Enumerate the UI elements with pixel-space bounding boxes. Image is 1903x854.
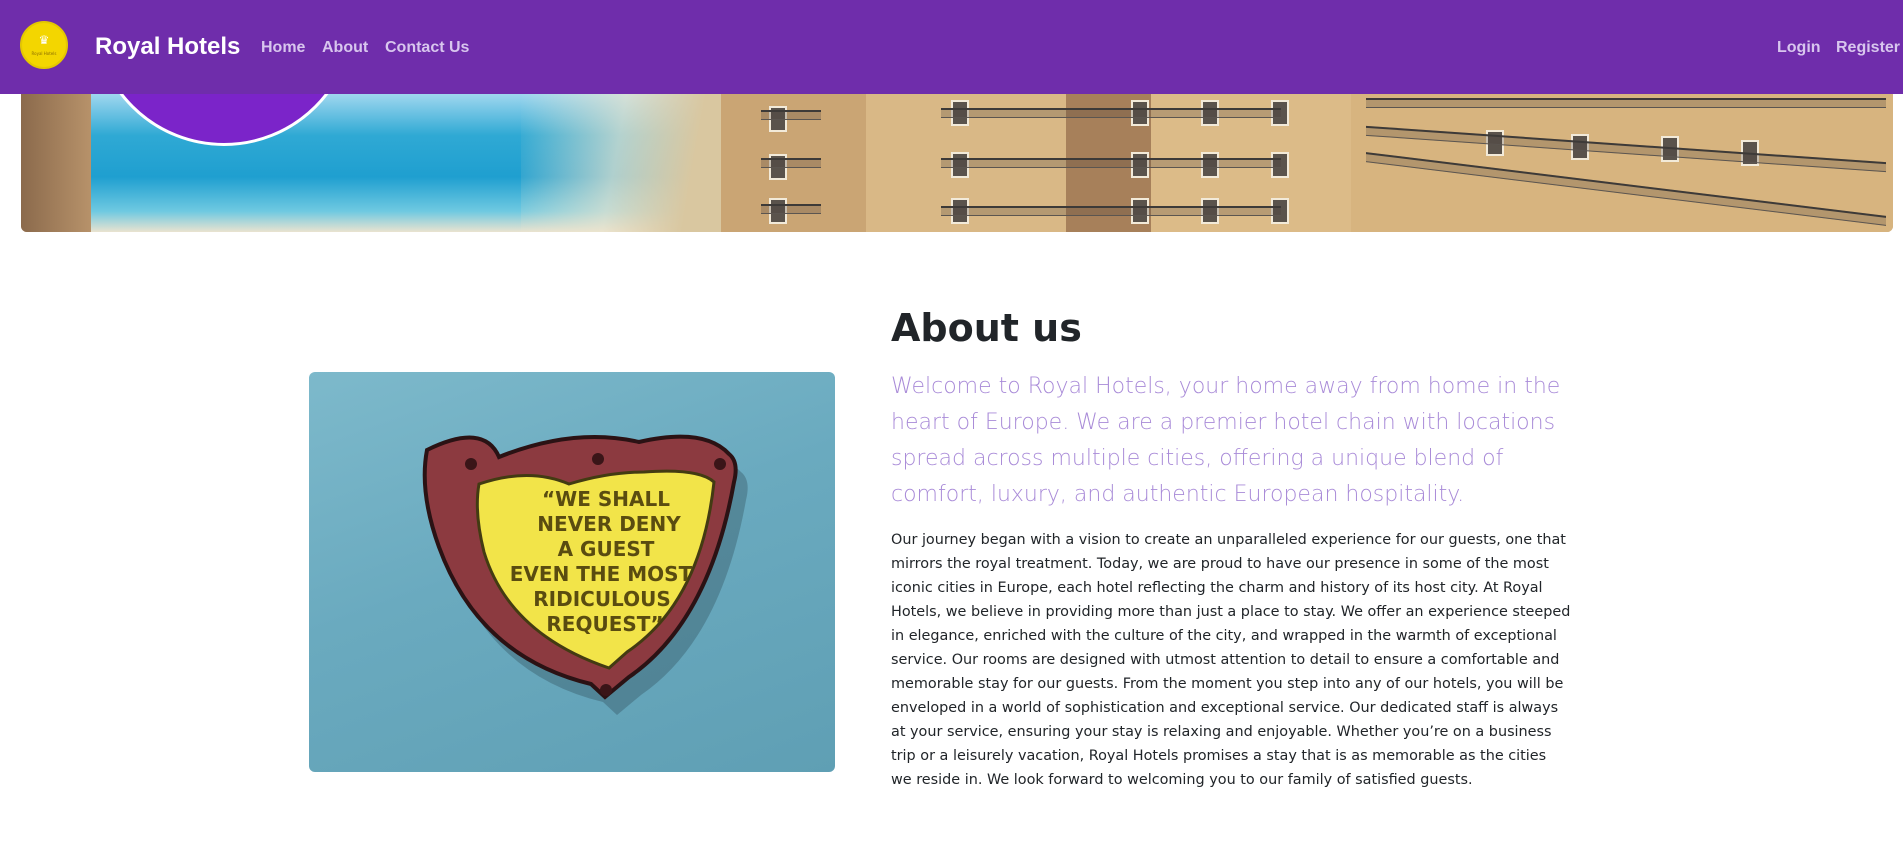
crown-icon: ♛ <box>38 33 50 47</box>
nav-contact-us[interactable]: Contact Us <box>385 38 469 58</box>
plaque-illustration: “WE SHALL NEVER DENY A GUEST EVEN THE MO… <box>422 434 748 715</box>
login-link[interactable]: Login <box>1777 38 1821 58</box>
about-lead: Welcome to Royal Hotels, your home away … <box>891 374 1561 507</box>
svg-text:EVEN THE MOST: EVEN THE MOST <box>510 562 693 586</box>
logo-text: Royal Hotels <box>31 51 57 56</box>
svg-text:REQUEST”: REQUEST” <box>546 612 663 636</box>
svg-text:NEVER DENY: NEVER DENY <box>537 512 681 536</box>
hero-wall <box>21 94 91 232</box>
register-link[interactable]: Register <box>1836 38 1900 58</box>
logo[interactable]: ♛ Royal Hotels <box>20 21 68 69</box>
nav-home[interactable]: Home <box>261 38 305 58</box>
svg-text:RIDICULOUS: RIDICULOUS <box>533 587 670 611</box>
svg-text:A GUEST: A GUEST <box>558 537 655 561</box>
about-title: About us <box>891 306 1082 350</box>
plaque-image: “WE SHALL NEVER DENY A GUEST EVEN THE MO… <box>309 372 835 772</box>
nav-about[interactable]: About <box>322 38 368 58</box>
navbar: ♛ Royal Hotels Royal Hotels Home About C… <box>0 0 1903 94</box>
about-body: Our journey began with a vision to creat… <box>891 532 1571 788</box>
hero-banner-image <box>21 94 1893 232</box>
svg-text:“WE SHALL: “WE SHALL <box>542 487 670 511</box>
brand-name[interactable]: Royal Hotels <box>95 32 240 62</box>
